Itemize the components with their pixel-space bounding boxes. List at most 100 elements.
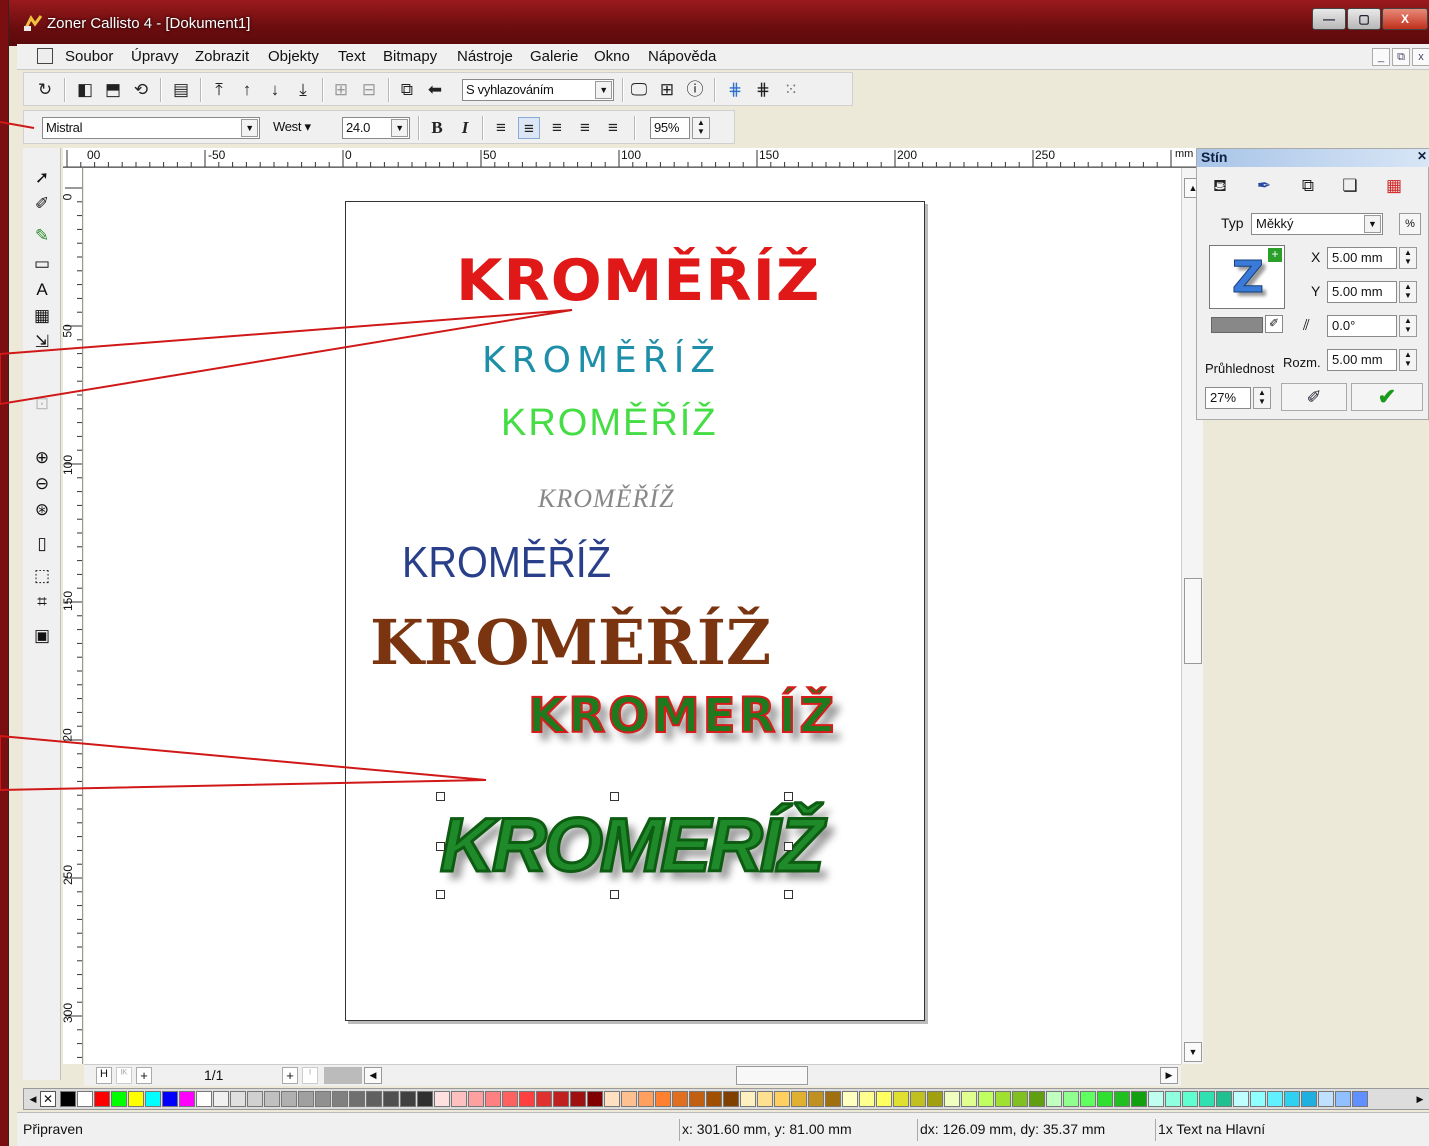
text-object-navy[interactable]: KROMĚŘÍŽ <box>402 538 611 588</box>
scroll-down-button[interactable]: ▼ <box>1184 1042 1202 1062</box>
color-swatch[interactable] <box>1046 1091 1062 1107</box>
text-object-selected[interactable]: KROMERÍŽ <box>438 802 825 890</box>
color-swatch[interactable] <box>553 1091 569 1107</box>
color-swatch[interactable] <box>995 1091 1011 1107</box>
color-swatch[interactable] <box>536 1091 552 1107</box>
mdi-restore-button[interactable]: ⧉ <box>1392 48 1410 66</box>
insert-object-icon[interactable]: ⧉ <box>396 79 418 101</box>
color-swatch[interactable] <box>400 1091 416 1107</box>
drawing-canvas[interactable]: KROMĚŘÍŽ KROMĚŘÍŽ KROMĚŘÍŽ KROMĚŘÍŽ KROM… <box>84 168 1181 1064</box>
color-swatch[interactable] <box>77 1091 93 1107</box>
color-swatch[interactable] <box>1216 1091 1232 1107</box>
color-swatch[interactable] <box>281 1091 297 1107</box>
color-swatch[interactable] <box>978 1091 994 1107</box>
shadow-type-select[interactable]: Měkký ▼ <box>1251 213 1383 235</box>
color-swatch[interactable] <box>434 1091 450 1107</box>
selection-handle[interactable] <box>436 792 445 801</box>
color-swatch[interactable] <box>468 1091 484 1107</box>
object-properties-icon[interactable]: ▤ <box>170 79 192 101</box>
color-swatch[interactable] <box>366 1091 382 1107</box>
color-swatch[interactable] <box>451 1091 467 1107</box>
minimize-button[interactable]: — <box>1312 8 1346 30</box>
color-swatch[interactable] <box>706 1091 722 1107</box>
add-icon[interactable]: + <box>1268 248 1282 262</box>
rotate-icon[interactable]: ↻ <box>34 79 56 101</box>
color-swatch[interactable] <box>1148 1091 1164 1107</box>
color-swatch[interactable] <box>893 1091 909 1107</box>
color-swatch[interactable] <box>264 1091 280 1107</box>
align-left-icon[interactable]: ≡ <box>490 117 512 139</box>
transparency-icon[interactable]: ⧉ <box>1297 175 1319 197</box>
snap-guides-icon[interactable]: ⋕ <box>752 79 774 101</box>
font-size-select[interactable]: 24.0 ▼ <box>342 117 410 139</box>
snap-grid-icon[interactable]: ⋕ <box>724 79 746 101</box>
shadow-icon[interactable]: ❏ <box>1339 175 1361 197</box>
color-swatch[interactable] <box>417 1091 433 1107</box>
color-swatch[interactable] <box>672 1091 688 1107</box>
fill-bucket-icon[interactable]: ⛾ <box>1209 175 1231 197</box>
color-swatch[interactable] <box>655 1091 671 1107</box>
size-spinner[interactable]: ▲ ▼ <box>1399 349 1417 371</box>
page-tab-thumb[interactable] <box>324 1067 362 1084</box>
selection-handle[interactable] <box>784 792 793 801</box>
prev-page-button[interactable]: ᴵᴷ <box>116 1067 132 1084</box>
zoom-in-icon[interactable]: ⊕ <box>30 446 54 470</box>
insert-icon[interactable]: ⇲ <box>30 330 54 354</box>
opacity-spinner[interactable]: ▲ ▼ <box>1253 387 1271 409</box>
color-swatch[interactable] <box>111 1091 127 1107</box>
color-swatch[interactable] <box>519 1091 535 1107</box>
panel-close-icon[interactable]: ✕ <box>1417 149 1427 163</box>
crop-icon[interactable]: ⊡ <box>30 392 54 416</box>
opacity-field[interactable]: 27% <box>1205 387 1251 409</box>
zoom-spinner[interactable]: ▲ ▼ <box>692 117 710 139</box>
antialias-select[interactable]: S vyhlazováním ▼ <box>462 79 614 101</box>
color-swatch[interactable] <box>740 1091 756 1107</box>
page-view-icon[interactable]: ▣ <box>30 624 54 648</box>
selection-handle[interactable] <box>610 890 619 899</box>
color-swatch[interactable] <box>774 1091 790 1107</box>
color-swatch[interactable] <box>349 1091 365 1107</box>
color-swatch[interactable] <box>689 1091 705 1107</box>
add-page-before-button[interactable]: + <box>136 1067 152 1084</box>
color-swatch[interactable] <box>196 1091 212 1107</box>
page-icon[interactable]: ▯ <box>30 532 54 556</box>
color-swatch[interactable] <box>570 1091 586 1107</box>
node-edit-icon[interactable]: ✐ <box>30 192 54 216</box>
color-swatch[interactable] <box>1080 1091 1096 1107</box>
menu-okno[interactable]: Okno <box>594 48 630 65</box>
color-swatch[interactable] <box>944 1091 960 1107</box>
x-offset-spinner[interactable]: ▲ ▼ <box>1399 247 1417 269</box>
menu-napoveda[interactable]: Nápověda <box>648 48 716 65</box>
palette-scroll-right[interactable]: ▶ <box>1413 1091 1427 1107</box>
color-swatch[interactable] <box>485 1091 501 1107</box>
first-page-button[interactable]: H <box>96 1067 112 1084</box>
text-object-brown[interactable]: KROMĚŘÍŽ <box>370 606 771 679</box>
color-swatch[interactable] <box>179 1091 195 1107</box>
bezier-icon[interactable]: ✎ <box>30 224 54 248</box>
color-swatch[interactable] <box>1114 1091 1130 1107</box>
scroll-right-button[interactable]: ▶ <box>1160 1067 1178 1084</box>
scroll-left-button[interactable]: ◀ <box>364 1067 382 1084</box>
color-swatch[interactable] <box>1250 1091 1266 1107</box>
shadow-color-swatch[interactable] <box>1211 317 1263 333</box>
color-swatch[interactable] <box>1284 1091 1300 1107</box>
color-swatch[interactable] <box>825 1091 841 1107</box>
justify-icon[interactable]: ≡ <box>574 117 596 139</box>
menu-upravy[interactable]: Úpravy <box>131 48 179 65</box>
menu-galerie[interactable]: Galerie <box>530 48 578 65</box>
color-swatch[interactable] <box>502 1091 518 1107</box>
apply-button[interactable]: ✔ <box>1351 383 1423 411</box>
color-swatch[interactable] <box>791 1091 807 1107</box>
bring-to-front-icon[interactable]: ⤒ <box>208 79 230 101</box>
y-offset-spinner[interactable]: ▲ ▼ <box>1399 281 1417 303</box>
bold-button[interactable]: B <box>426 117 448 139</box>
color-swatch[interactable] <box>1233 1091 1249 1107</box>
selection-handle[interactable] <box>610 792 619 801</box>
zoom-objects-icon[interactable]: ⌗ <box>30 590 54 614</box>
color-swatch[interactable] <box>1131 1091 1147 1107</box>
no-color-swatch[interactable]: ✕ <box>40 1091 56 1107</box>
color-swatch[interactable] <box>1301 1091 1317 1107</box>
table-icon[interactable]: ▦ <box>30 304 54 328</box>
pick-shadow-button[interactable]: ✐ <box>1281 383 1347 411</box>
mdi-minimize-button[interactable]: _ <box>1372 48 1390 66</box>
